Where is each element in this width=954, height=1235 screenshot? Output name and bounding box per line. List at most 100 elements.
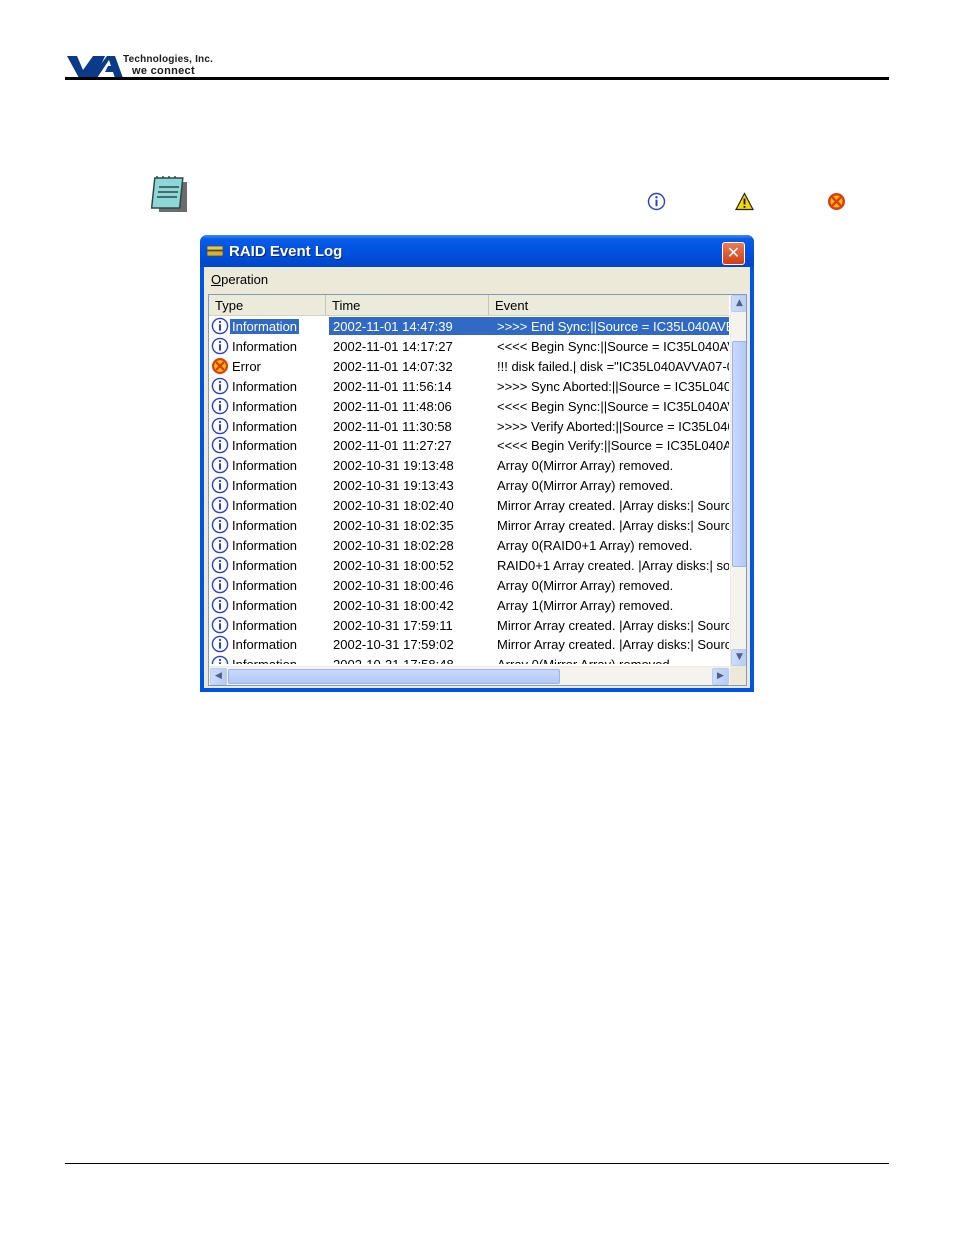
event-row[interactable]: Information 2002-10-31 17:58:48 Array 0(Mi… [209, 654, 729, 664]
raid-event-log-window: RAID Event Log ✕ Operation Type Time Eve… [200, 235, 754, 692]
vertical-scroll-thumb[interactable] [732, 341, 746, 567]
event-time: 2002-10-31 18:00:52 [333, 557, 454, 573]
event-type: Information [232, 438, 298, 454]
list-header: Type Time Event [209, 295, 729, 316]
event-row[interactable]: Information 2002-10-31 18:00:52 RAID0+1 Ar… [209, 555, 729, 575]
event-row[interactable]: Information 2002-10-31 17:59:02 Mirror Arr… [209, 634, 729, 654]
event-description: <<<< Begin Verify:||Source = IC35L040AV [497, 438, 729, 454]
event-description: Array 0(Mirror Array) removed. [497, 657, 729, 664]
event-row[interactable]: Information 2002-10-31 19:13:48 Array 0(Mi… [209, 455, 729, 475]
event-description: Mirror Array created. |Array disks:| Sou… [497, 518, 729, 533]
information-icon [211, 417, 229, 435]
event-time: 2002-10-31 17:58:48 [333, 657, 454, 664]
event-time: 2002-11-01 11:56:14 [333, 378, 452, 394]
event-time: 2002-10-31 19:13:43 [333, 478, 454, 494]
event-type: Information [232, 597, 298, 613]
event-description: Array 0(RAID0+1 Array) removed. [497, 537, 693, 553]
scroll-right-arrow-icon[interactable]: ▶ [712, 668, 729, 685]
company-tagline: we connect [132, 65, 195, 77]
event-row[interactable]: Information 2002-10-31 18:02:35 Mirror Arr… [209, 515, 729, 535]
information-icon [211, 317, 229, 335]
footer-rule [65, 1163, 889, 1164]
information-icon [211, 456, 229, 474]
event-description: !!! disk failed.| disk ="IC35L040AVVA07-… [497, 358, 729, 374]
event-time: 2002-11-01 11:27:27 [333, 438, 452, 454]
scroll-up-arrow-icon[interactable]: ▲ [731, 295, 746, 312]
close-button[interactable]: ✕ [722, 242, 745, 265]
event-time: 2002-10-31 19:13:48 [333, 458, 454, 474]
event-row[interactable]: Information 2002-10-31 18:00:42 Array 1(Mi… [209, 595, 729, 615]
event-type: Information [232, 557, 298, 573]
resize-grip-icon[interactable] [730, 666, 746, 685]
event-row[interactable]: Information 2002-10-31 19:13:43 Array 0(Mi… [209, 475, 729, 495]
event-time: 2002-10-31 18:02:40 [333, 498, 454, 514]
title-bar[interactable]: RAID Event Log ✕ [200, 235, 754, 267]
event-row[interactable]: Information 2002-11-01 11:27:27 <<<< Begin… [209, 435, 729, 455]
event-type: Information [232, 637, 298, 653]
event-description: <<<< Begin Sync:||Source = IC35L040AVI [497, 398, 729, 414]
scroll-down-arrow-icon[interactable]: ▼ [731, 649, 746, 666]
information-icon [211, 616, 229, 634]
event-row[interactable]: Information 2002-11-01 11:56:14 >>>> Sync … [209, 376, 729, 396]
event-type: Information [232, 398, 298, 414]
warning-icon [735, 192, 754, 211]
information-icon [211, 496, 229, 514]
information-icon [647, 192, 666, 211]
event-type: Information [232, 617, 298, 633]
error-icon [211, 357, 229, 375]
event-row[interactable]: Information 2002-11-01 11:30:58 >>>> Verif… [209, 416, 729, 436]
event-description: Mirror Array created. |Array disks:| Sou… [497, 617, 729, 633]
error-icon [828, 193, 845, 210]
event-row[interactable]: Information 2002-10-31 17:59:11 Mirror Arr… [209, 615, 729, 635]
header-rule [65, 77, 889, 80]
information-icon [211, 536, 229, 554]
information-icon [211, 516, 229, 534]
event-time: 2002-10-31 18:02:28 [333, 537, 454, 553]
event-row[interactable]: Information 2002-10-31 18:02:28 Array 0(RA… [209, 535, 729, 555]
event-row[interactable]: Information 2002-11-01 14:47:39 >>>> End S… [209, 316, 729, 336]
event-description: Array 0(Mirror Array) removed. [497, 577, 674, 593]
information-icon [211, 635, 229, 653]
information-icon [211, 556, 229, 574]
window-title: RAID Event Log [229, 243, 343, 260]
event-row[interactable]: Information 2002-10-31 18:00:46 Array 0(Mi… [209, 575, 729, 595]
information-icon [211, 596, 229, 614]
column-header-event[interactable]: Event [489, 295, 729, 315]
company-name: Technologies, Inc. [123, 54, 214, 65]
event-type: Information [232, 458, 298, 474]
event-description: RAID0+1 Array created. |Array disks:| so… [497, 557, 729, 573]
event-description: Mirror Array created. |Array disks:| Sou… [497, 498, 729, 514]
column-header-time[interactable]: Time [326, 295, 489, 315]
event-time: 2002-10-31 17:59:11 [333, 617, 453, 633]
event-type: Information [232, 657, 297, 664]
menu-operation[interactable]: Operation [211, 272, 268, 287]
event-row[interactable]: Information 2002-11-01 11:48:06 <<<< Begin… [209, 396, 729, 416]
event-time: 2002-11-01 11:48:06 [333, 398, 452, 414]
event-row[interactable]: Information 2002-11-01 14:17:27 <<<< Begin… [209, 336, 729, 356]
information-icon [211, 436, 229, 454]
event-time: 2002-10-31 17:59:02 [333, 637, 454, 653]
information-icon [211, 655, 229, 664]
event-row[interactable]: Information 2002-10-31 18:02:40 Mirror Arr… [209, 495, 729, 515]
horizontal-scrollbar[interactable]: ◀ ▶ [209, 666, 730, 685]
event-description: Mirror Array created. |Array disks:| Sou… [497, 637, 729, 653]
event-time: 2002-11-01 14:47:39 [333, 319, 453, 334]
event-row[interactable]: Error 2002-11-01 14:07:32 !!! disk failed.… [209, 356, 729, 376]
event-time: 2002-10-31 18:02:35 [333, 518, 454, 533]
column-header-type[interactable]: Type [209, 295, 326, 315]
event-description: >>>> Sync Aborted:||Source = IC35L040A [497, 378, 729, 394]
information-icon [211, 476, 229, 494]
horizontal-scroll-thumb[interactable] [228, 669, 560, 684]
vertical-scrollbar[interactable]: ▲ ▼ [730, 295, 746, 666]
note-icon [151, 176, 187, 212]
event-time: 2002-11-01 14:07:32 [333, 358, 453, 374]
scroll-left-arrow-icon[interactable]: ◀ [210, 668, 227, 685]
event-type: Information [232, 498, 298, 514]
event-type: Information [232, 378, 298, 394]
event-description: Array 1(Mirror Array) removed. [497, 597, 674, 613]
raid-app-icon [207, 246, 223, 257]
menu-bar: Operation [204, 267, 750, 291]
information-icon [211, 337, 229, 355]
event-list[interactable]: Type Time Event Information 2002-11-01 14… [208, 294, 747, 686]
event-type: Information [232, 577, 298, 593]
